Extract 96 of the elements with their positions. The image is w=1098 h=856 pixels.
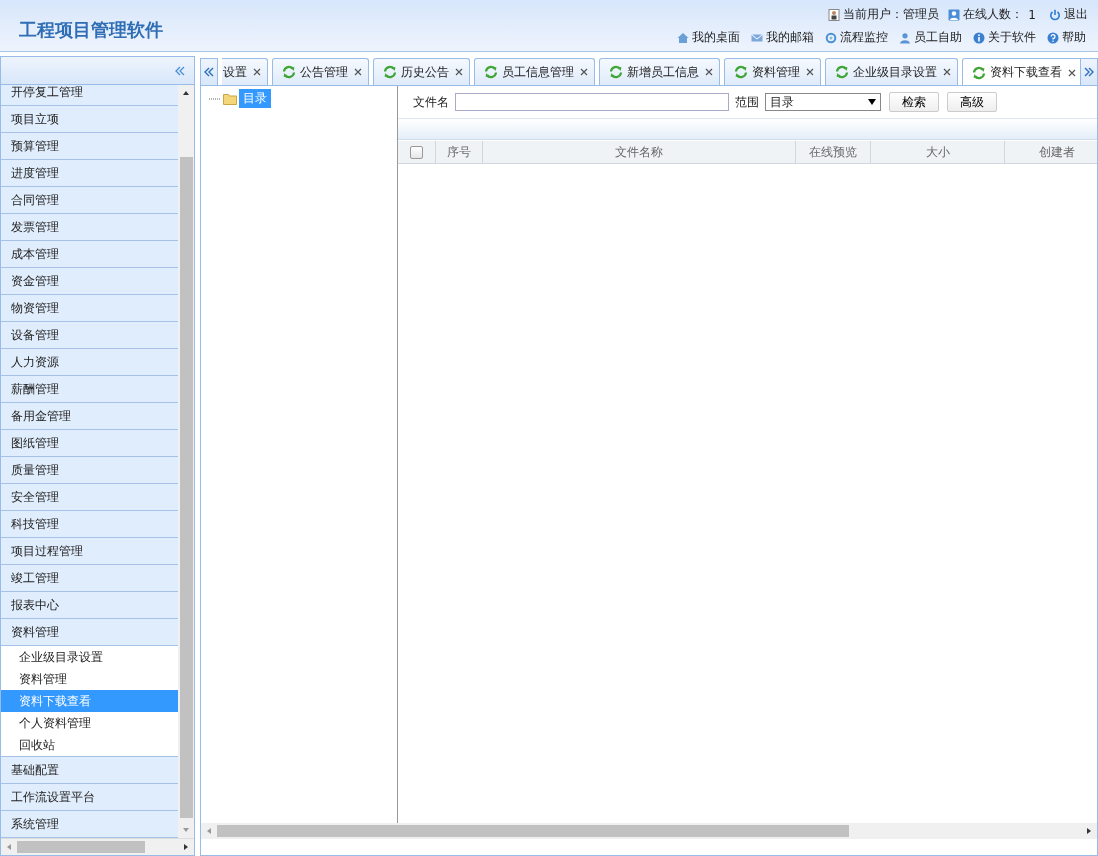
online-count-label: 在线人数： — [963, 6, 1024, 23]
tab-scroll-left[interactable] — [200, 58, 218, 85]
current-user-label: 当前用户：管理员 — [843, 6, 940, 23]
menu-group[interactable]: 物资管理 — [1, 295, 178, 322]
menu-group[interactable]: 安全管理 — [1, 484, 178, 511]
menu-group[interactable]: 合同管理 — [1, 187, 178, 214]
filename-label: 文件名 — [413, 93, 449, 111]
column-header[interactable]: 在线预览 — [796, 141, 871, 163]
refresh-icon — [484, 65, 498, 79]
menu-group[interactable]: 报表中心 — [1, 592, 178, 619]
header-link[interactable]: 我的桌面 — [692, 29, 740, 46]
person-icon — [948, 8, 961, 21]
menu-group[interactable]: 成本管理 — [1, 241, 178, 268]
tab[interactable]: 员工信息管理 — [474, 58, 595, 85]
header-link[interactable]: 关于软件 — [988, 29, 1036, 46]
close-icon[interactable] — [580, 68, 588, 76]
tab[interactable]: 历史公告 — [373, 58, 470, 85]
scroll-right-icon[interactable] — [1085, 827, 1093, 835]
logout-link[interactable]: 退出 — [1064, 6, 1088, 23]
refresh-icon — [282, 65, 296, 79]
person-icon[interactable] — [899, 31, 911, 44]
header-link[interactable]: 帮助 — [1062, 29, 1086, 46]
column-header[interactable]: 序号 — [436, 141, 483, 163]
menu-group[interactable]: 薪酬管理 — [1, 376, 178, 403]
menu-group[interactable]: 资金管理 — [1, 268, 178, 295]
cycle-icon[interactable] — [825, 31, 837, 44]
caret-icon — [868, 99, 876, 105]
menu-group[interactable]: 基础配置 — [1, 757, 178, 784]
menu-group[interactable]: 工作流设置平台 — [1, 784, 178, 811]
scroll-left-icon[interactable] — [203, 66, 215, 78]
app-title: 工程项目管理软件 — [19, 17, 163, 42]
menu-group[interactable]: 设备管理 — [1, 322, 178, 349]
column-header[interactable]: 大小 — [871, 141, 1005, 163]
header-link[interactable]: 我的邮箱 — [766, 29, 814, 46]
scope-label: 范围 — [735, 93, 759, 111]
tab[interactable]: 新增员工信息 — [599, 58, 720, 85]
home-icon[interactable] — [677, 31, 689, 44]
menu-group[interactable]: 开停复工管理 — [1, 85, 178, 106]
close-icon[interactable] — [455, 68, 463, 76]
online-count: 1 — [1028, 7, 1036, 22]
menu-group[interactable]: 图纸管理 — [1, 430, 178, 457]
menu-group[interactable]: 系统管理 — [1, 811, 178, 838]
menu-item[interactable]: 回收站 — [1, 734, 178, 756]
tab[interactable]: 资料管理 — [724, 58, 821, 85]
header-link[interactable]: 流程监控 — [840, 29, 888, 46]
close-icon[interactable] — [253, 68, 261, 76]
close-icon[interactable] — [705, 68, 713, 76]
tree-line — [209, 97, 221, 100]
info-icon[interactable] — [973, 31, 985, 44]
tab[interactable]: 企业级目录设置 — [825, 58, 958, 85]
help-icon[interactable] — [1047, 31, 1059, 44]
close-icon[interactable] — [1068, 68, 1076, 77]
scroll-down-icon[interactable] — [182, 826, 190, 834]
menu-item[interactable]: 企业级目录设置 — [1, 646, 178, 668]
scroll-right-icon[interactable] — [182, 843, 190, 851]
folder-icon — [223, 92, 237, 105]
filename-field[interactable] — [455, 93, 729, 111]
menu-group[interactable]: 资料管理 — [1, 619, 178, 646]
refresh-icon — [835, 65, 849, 79]
menu-item[interactable]: 个人资料管理 — [1, 712, 178, 734]
advanced-button[interactable]: 高级 — [947, 92, 997, 112]
search-button[interactable]: 检索 — [889, 92, 939, 112]
select-all-checkbox[interactable] — [410, 145, 423, 159]
column-header[interactable]: 文件名称 — [483, 141, 796, 163]
user-icon — [828, 8, 841, 21]
column-header[interactable]: 创建者 — [1005, 141, 1097, 163]
scroll-left-icon[interactable] — [5, 843, 13, 851]
header-link[interactable]: 员工自助 — [914, 29, 962, 46]
menu-group[interactable]: 项目立项 — [1, 106, 178, 133]
scroll-up-icon[interactable] — [182, 89, 190, 97]
menu-group[interactable]: 质量管理 — [1, 457, 178, 484]
tab-scroll-right[interactable] — [1080, 58, 1098, 85]
scroll-left-icon[interactable] — [205, 827, 213, 835]
tab[interactable]: 公告管理 — [272, 58, 369, 85]
menu-group[interactable]: 竣工管理 — [1, 565, 178, 592]
menu-group[interactable]: 发票管理 — [1, 214, 178, 241]
collapse-icon[interactable] — [174, 64, 186, 77]
tab[interactable]: 资料下载查看 — [962, 58, 1080, 85]
close-icon[interactable] — [943, 68, 951, 76]
power-icon[interactable] — [1049, 8, 1061, 21]
menu-group[interactable]: 预算管理 — [1, 133, 178, 160]
refresh-icon — [734, 65, 748, 79]
refresh-icon — [609, 65, 623, 79]
menu-group[interactable]: 项目过程管理 — [1, 538, 178, 565]
refresh-icon — [383, 65, 397, 79]
menu-group[interactable]: 人力资源 — [1, 349, 178, 376]
menu-item[interactable]: 资料管理 — [1, 668, 178, 690]
refresh-icon — [972, 65, 986, 80]
tab[interactable]: 设置 — [222, 58, 268, 85]
menu-group[interactable]: 备用金管理 — [1, 403, 178, 430]
menu-group[interactable]: 科技管理 — [1, 511, 178, 538]
close-icon[interactable] — [354, 68, 362, 76]
mail-icon[interactable] — [751, 31, 763, 44]
scope-dropdown[interactable]: 目录 — [765, 93, 881, 111]
close-icon[interactable] — [806, 68, 814, 76]
menu-group[interactable]: 进度管理 — [1, 160, 178, 187]
